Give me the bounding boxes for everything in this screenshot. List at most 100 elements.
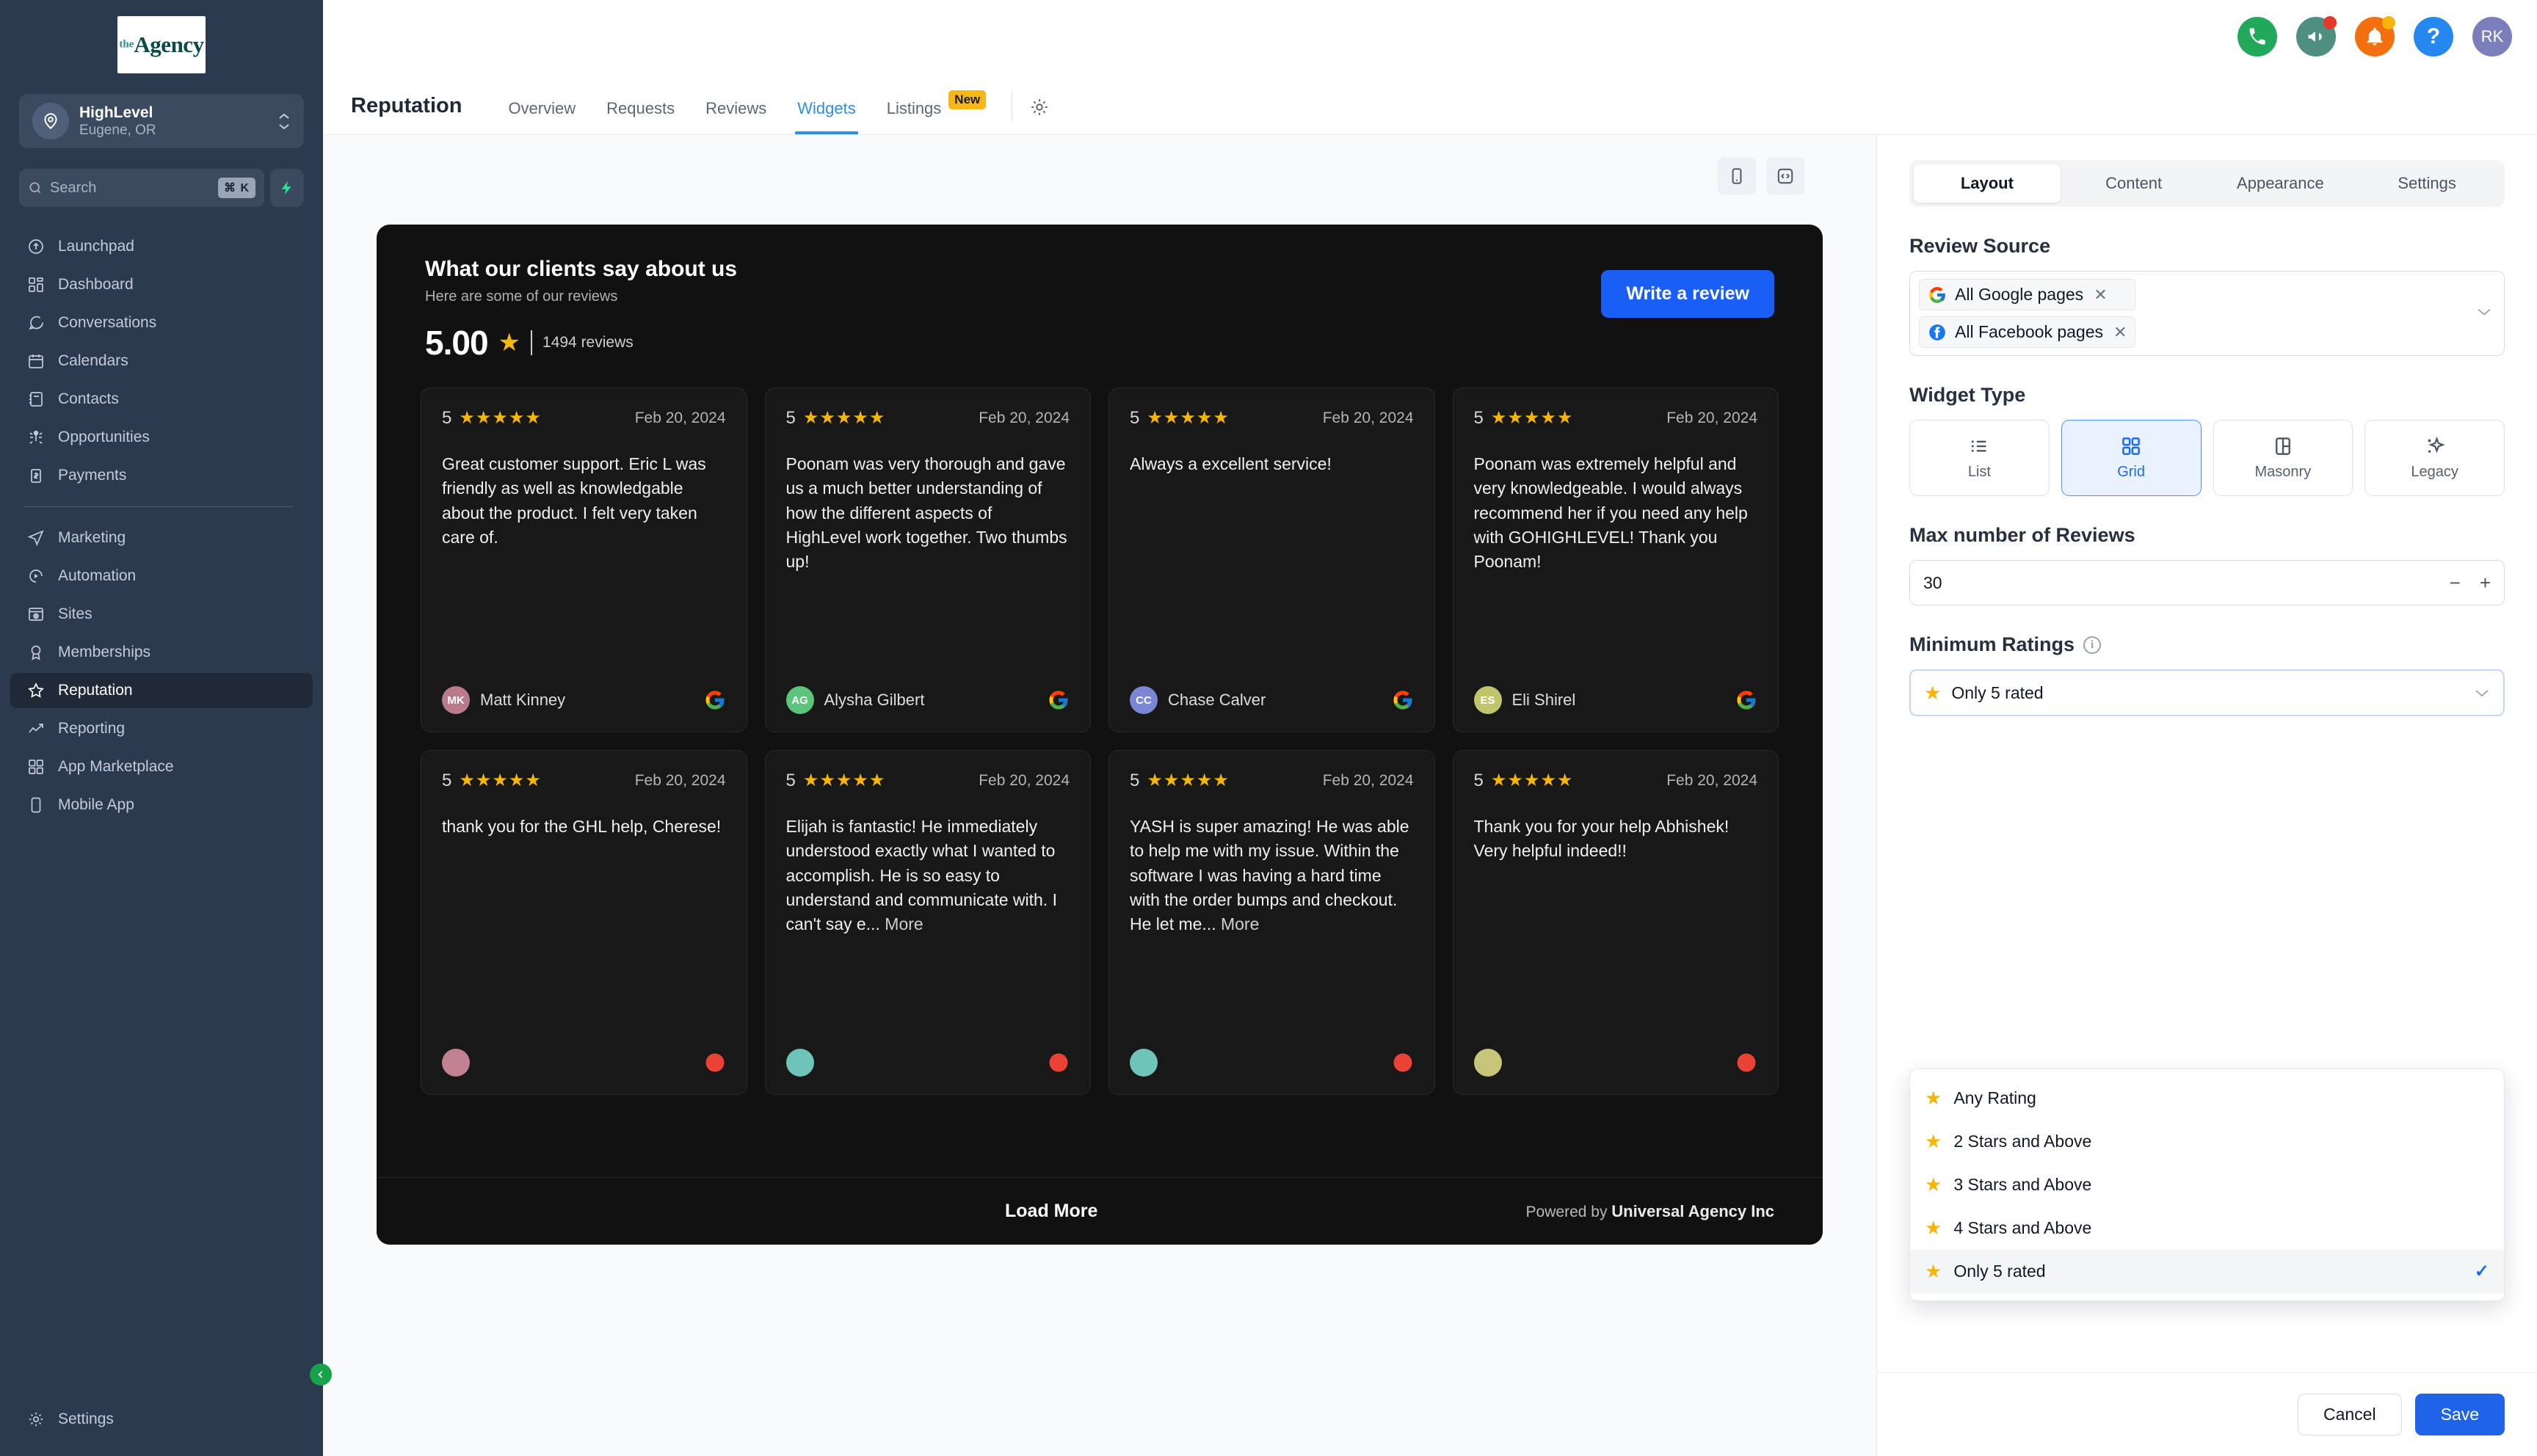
- review-source-label: Review Source: [1909, 235, 2505, 258]
- tab-overview[interactable]: Overview: [493, 99, 591, 134]
- preview-toolbar: [358, 157, 1804, 195]
- review-card-footer: AG Alysha Gilbert: [786, 686, 1070, 714]
- max-reviews-decrement[interactable]: −: [2450, 573, 2461, 592]
- widget-type-grid[interactable]: Grid: [2061, 420, 2202, 496]
- sidebar-item-reputation[interactable]: Reputation: [10, 673, 313, 708]
- notification-badge: [2382, 16, 2395, 29]
- chip-remove-button[interactable]: ✕: [2113, 323, 2127, 342]
- sub-navigation: Reputation Overview Requests Reviews Wid…: [323, 73, 2537, 135]
- source-icon: [1735, 1052, 1757, 1074]
- write-review-button[interactable]: Write a review: [1601, 270, 1774, 318]
- phone-button[interactable]: [2237, 17, 2277, 57]
- avatar: [1130, 1049, 1158, 1077]
- sidebar-item-automation[interactable]: Automation: [10, 558, 313, 594]
- sidebar-item-payments[interactable]: Payments: [10, 458, 313, 493]
- notifications-button[interactable]: [2355, 17, 2395, 57]
- review-rating-number: 5: [786, 408, 796, 429]
- reviewer-name: Alysha Gilbert: [824, 691, 1038, 710]
- dropdown-option-only-5-rated[interactable]: ★ Only 5 rated ✓: [1910, 1250, 2504, 1293]
- review-body: thank you for the GHL help, Cherese!: [442, 817, 721, 836]
- dropdown-option-4-stars-and-above[interactable]: ★ 4 Stars and Above: [1910, 1206, 2504, 1250]
- bolt-icon: [279, 178, 295, 197]
- widget-type-legacy[interactable]: Legacy: [2364, 420, 2505, 496]
- tab-listings[interactable]: Listings New: [871, 99, 1002, 134]
- review-card: 5 ★★★★★ Feb 20, 2024 Poonam was extremel…: [1453, 387, 1779, 732]
- help-button[interactable]: ?: [2414, 17, 2453, 57]
- sidebar-item-launchpad[interactable]: Launchpad: [10, 229, 313, 264]
- review-body: Poonam was very thorough and gave us a m…: [786, 454, 1067, 571]
- announcements-button[interactable]: [2296, 17, 2336, 57]
- widget-type-masonry[interactable]: Masonry: [2213, 420, 2353, 496]
- tab-reviews[interactable]: Reviews: [690, 99, 782, 134]
- minimum-ratings-dropdown: ★ Any Rating ★ 2 Stars and Above ★ 3 Sta…: [1909, 1069, 2505, 1301]
- tab-content[interactable]: Content: [2061, 164, 2207, 203]
- review-card-footer: ES Eli Shirel: [1474, 686, 1758, 714]
- max-reviews-stepper[interactable]: 30 − +: [1909, 560, 2505, 605]
- sidebar-item-reporting[interactable]: Reporting: [10, 711, 313, 746]
- location-switcher[interactable]: HighLevel Eugene, OR: [19, 94, 304, 148]
- sidebar-item-app-marketplace[interactable]: App Marketplace: [10, 749, 313, 785]
- search-icon: [28, 181, 43, 195]
- quick-action-button[interactable]: [270, 169, 304, 207]
- sidebar-item-mobile-app[interactable]: Mobile App: [10, 787, 313, 823]
- search-input[interactable]: Search ⌘ K: [19, 169, 264, 207]
- sidebar-collapse-button[interactable]: [310, 1364, 332, 1386]
- review-body: Thank you for your help Abhishek! Very h…: [1474, 817, 1730, 860]
- sidebar-item-dashboard[interactable]: Dashboard: [10, 267, 313, 302]
- tab-layout[interactable]: Layout: [1914, 164, 2061, 203]
- tab-list: Overview Requests Reviews Widgets Listin…: [493, 99, 1001, 134]
- avatar: [1474, 1049, 1502, 1077]
- automation-icon: [26, 567, 46, 586]
- review-rating-number: 5: [442, 771, 451, 791]
- review-source-select[interactable]: All Google pages ✕ All Facebook pages ✕: [1909, 271, 2505, 356]
- review-text: Always a excellent service!: [1130, 452, 1414, 686]
- review-more-link[interactable]: More: [1221, 914, 1259, 933]
- sidebar-item-conversations[interactable]: Conversations: [10, 305, 313, 341]
- widget-review-count: 1494 reviews: [542, 334, 634, 352]
- avatar[interactable]: RK: [2472, 17, 2512, 57]
- widget-type-label-text: List: [1968, 464, 1991, 481]
- star-icon: ★: [1925, 1217, 1942, 1240]
- widget-settings-button[interactable]: [1023, 90, 1056, 124]
- sidebar-item-label: Marketing: [58, 529, 126, 547]
- avatar: AG: [786, 686, 814, 714]
- load-more-button[interactable]: Load More: [1005, 1201, 1097, 1222]
- app-marketplace-icon: [26, 757, 46, 776]
- tab-label: Reviews: [705, 99, 766, 118]
- tab-settings[interactable]: Settings: [2353, 164, 2500, 203]
- widget-title: What our clients say about us: [425, 257, 1774, 282]
- widget-type-list[interactable]: List: [1909, 420, 2050, 496]
- sidebar-item-contacts[interactable]: Contacts: [10, 382, 313, 417]
- sidebar-item-marketing[interactable]: Marketing: [10, 520, 313, 556]
- chip-remove-button[interactable]: ✕: [2094, 285, 2107, 305]
- sidebar-item-opportunities[interactable]: Opportunities: [10, 420, 313, 455]
- review-more-link[interactable]: More: [885, 914, 923, 933]
- sidebar-item-label: Payments: [58, 467, 126, 484]
- sidebar-item-memberships[interactable]: Memberships: [10, 635, 313, 670]
- avatar: [786, 1049, 814, 1077]
- mobile-preview-button[interactable]: [1718, 157, 1756, 195]
- help-icon: ?: [2427, 24, 2440, 49]
- dropdown-option-any-rating[interactable]: ★ Any Rating: [1910, 1077, 2504, 1120]
- dropdown-option-3-stars-and-above[interactable]: ★ 3 Stars and Above: [1910, 1163, 2504, 1206]
- chevron-down-icon: [2476, 307, 2492, 321]
- search-placeholder: Search: [50, 180, 211, 197]
- brand-logo-the: the: [119, 39, 134, 51]
- minimum-ratings-select[interactable]: ★ Only 5 rated: [1909, 669, 2505, 716]
- sidebar-item-label: Reporting: [58, 720, 125, 738]
- embed-code-button[interactable]: [1766, 157, 1804, 195]
- sidebar-item-calendars[interactable]: Calendars: [10, 343, 313, 379]
- max-reviews-increment[interactable]: +: [2480, 573, 2491, 592]
- tab-appearance[interactable]: Appearance: [2207, 164, 2354, 203]
- tab-widgets[interactable]: Widgets: [782, 99, 871, 134]
- save-button[interactable]: Save: [2415, 1394, 2505, 1435]
- review-rating-number: 5: [1474, 408, 1484, 429]
- sidebar-item-sites[interactable]: Sites: [10, 597, 313, 632]
- star-icon: ★: [1924, 682, 1941, 705]
- sidebar-item-settings[interactable]: Settings: [10, 1402, 313, 1437]
- info-icon[interactable]: i: [2083, 636, 2101, 654]
- cancel-button[interactable]: Cancel: [2298, 1394, 2402, 1435]
- tab-requests[interactable]: Requests: [591, 99, 690, 134]
- conversations-icon: [26, 313, 46, 332]
- dropdown-option-2-stars-and-above[interactable]: ★ 2 Stars and Above: [1910, 1120, 2504, 1163]
